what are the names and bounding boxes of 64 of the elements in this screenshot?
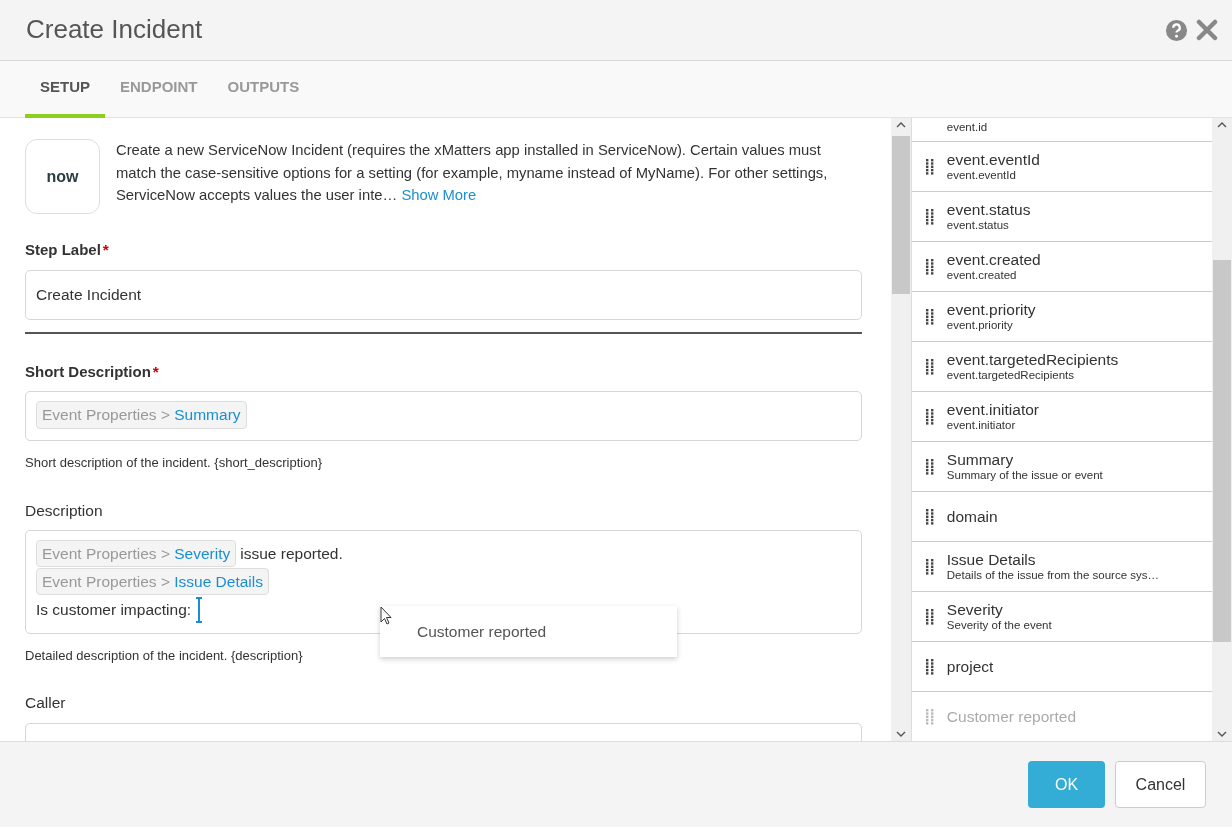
property-description: event.created	[946, 268, 1018, 283]
show-more-link[interactable]: Show More	[401, 187, 477, 203]
property-description: Details of the issue from the source sys…	[946, 568, 1159, 583]
drag-handle-icon[interactable]	[925, 458, 934, 475]
drag-handle-icon[interactable]	[925, 558, 934, 575]
property-description: event.initiator	[946, 418, 1017, 433]
property-name: event.created	[946, 250, 1041, 269]
drag-handle-icon[interactable]	[925, 208, 934, 225]
field-label: Description	[25, 501, 103, 519]
property-name: project	[946, 657, 994, 676]
property-description: event.targetedRecipients	[946, 368, 1076, 383]
drag-handle-icon[interactable]	[925, 608, 934, 625]
cancel-button[interactable]: Cancel	[1115, 761, 1206, 808]
dialog-title: Create Incident	[26, 14, 204, 46]
scroll-up-icon[interactable]	[895, 122, 906, 128]
property-row[interactable]: event.id	[911, 118, 1213, 142]
property-description: event.status	[946, 218, 1010, 233]
property-name: Summary	[946, 450, 1015, 469]
property-name: event.initiator	[946, 400, 1039, 419]
help-text: Short description of the incident. {short_description}	[25, 454, 323, 472]
field-text: issue reported.	[240, 544, 343, 565]
drag-handle-icon[interactable]	[925, 258, 934, 275]
property-description: Severity of the event	[946, 618, 1052, 633]
scrollbar-thumb[interactable]	[891, 136, 910, 294]
drag-handle-icon[interactable]	[925, 308, 934, 325]
property-name: Customer reported	[946, 707, 1077, 726]
mouse-pointer-icon	[380, 606, 392, 625]
property-description: Summary of the issue or event	[946, 468, 1103, 483]
intro-text: Create a new ServiceNow Incident (requires the xMatters app installed in ServiceNow). Certain values must match the case-sensitive options for a setting (for example, myname instead of MyName). For other settings, ServiceNow accepts values the user inte… Show More	[116, 141, 829, 205]
property-description: event.priority	[946, 318, 1014, 333]
property-name: Severity	[946, 600, 1004, 619]
field-text: Is customer impacting:	[36, 600, 192, 621]
token-chip: Event Properties > Severity	[36, 540, 237, 568]
token-chip: Event Properties > Summary	[36, 401, 247, 429]
drag-handle-icon[interactable]	[925, 708, 934, 725]
tab[interactable]: SETUP	[25, 61, 105, 118]
property-name: Issue Details	[946, 550, 1037, 569]
drag-handle-icon[interactable]	[925, 358, 934, 375]
property-name: event.status	[946, 200, 1031, 219]
property-name: domain	[946, 507, 998, 526]
property-name: event.eventId	[946, 150, 1040, 169]
property-description: event.id	[946, 121, 988, 135]
drag-handle-icon[interactable]	[925, 658, 934, 675]
scrollbar-thumb[interactable]	[1213, 260, 1231, 642]
token-chip: Event Properties > Issue Details	[36, 568, 269, 596]
field-label: Caller	[25, 694, 66, 712]
required-marker: *	[102, 241, 109, 258]
scroll-up-icon[interactable]	[1217, 122, 1227, 128]
help-text: Detailed description of the incident. {description}	[25, 646, 304, 665]
scroll-down-icon[interactable]	[895, 731, 906, 737]
property-name: event.targetedRecipients	[946, 350, 1119, 369]
scroll-down-icon[interactable]	[1217, 731, 1227, 737]
drag-handle-icon[interactable]	[925, 408, 934, 425]
servicenow-logo: now	[25, 139, 100, 214]
drop-suggestion[interactable]: Customer reported	[380, 606, 677, 658]
required-marker: *	[152, 362, 159, 380]
drag-handle-icon[interactable]	[925, 158, 934, 175]
property-name: event.priority	[946, 300, 1036, 319]
field-label: Step Label	[25, 241, 101, 258]
step-label-field[interactable]: Create Incident	[25, 269, 862, 320]
drag-handle-icon[interactable]	[925, 508, 934, 525]
property-description: event.eventId	[946, 168, 1017, 183]
text-caret-icon	[195, 596, 204, 623]
field-label: Short Description	[25, 362, 151, 380]
